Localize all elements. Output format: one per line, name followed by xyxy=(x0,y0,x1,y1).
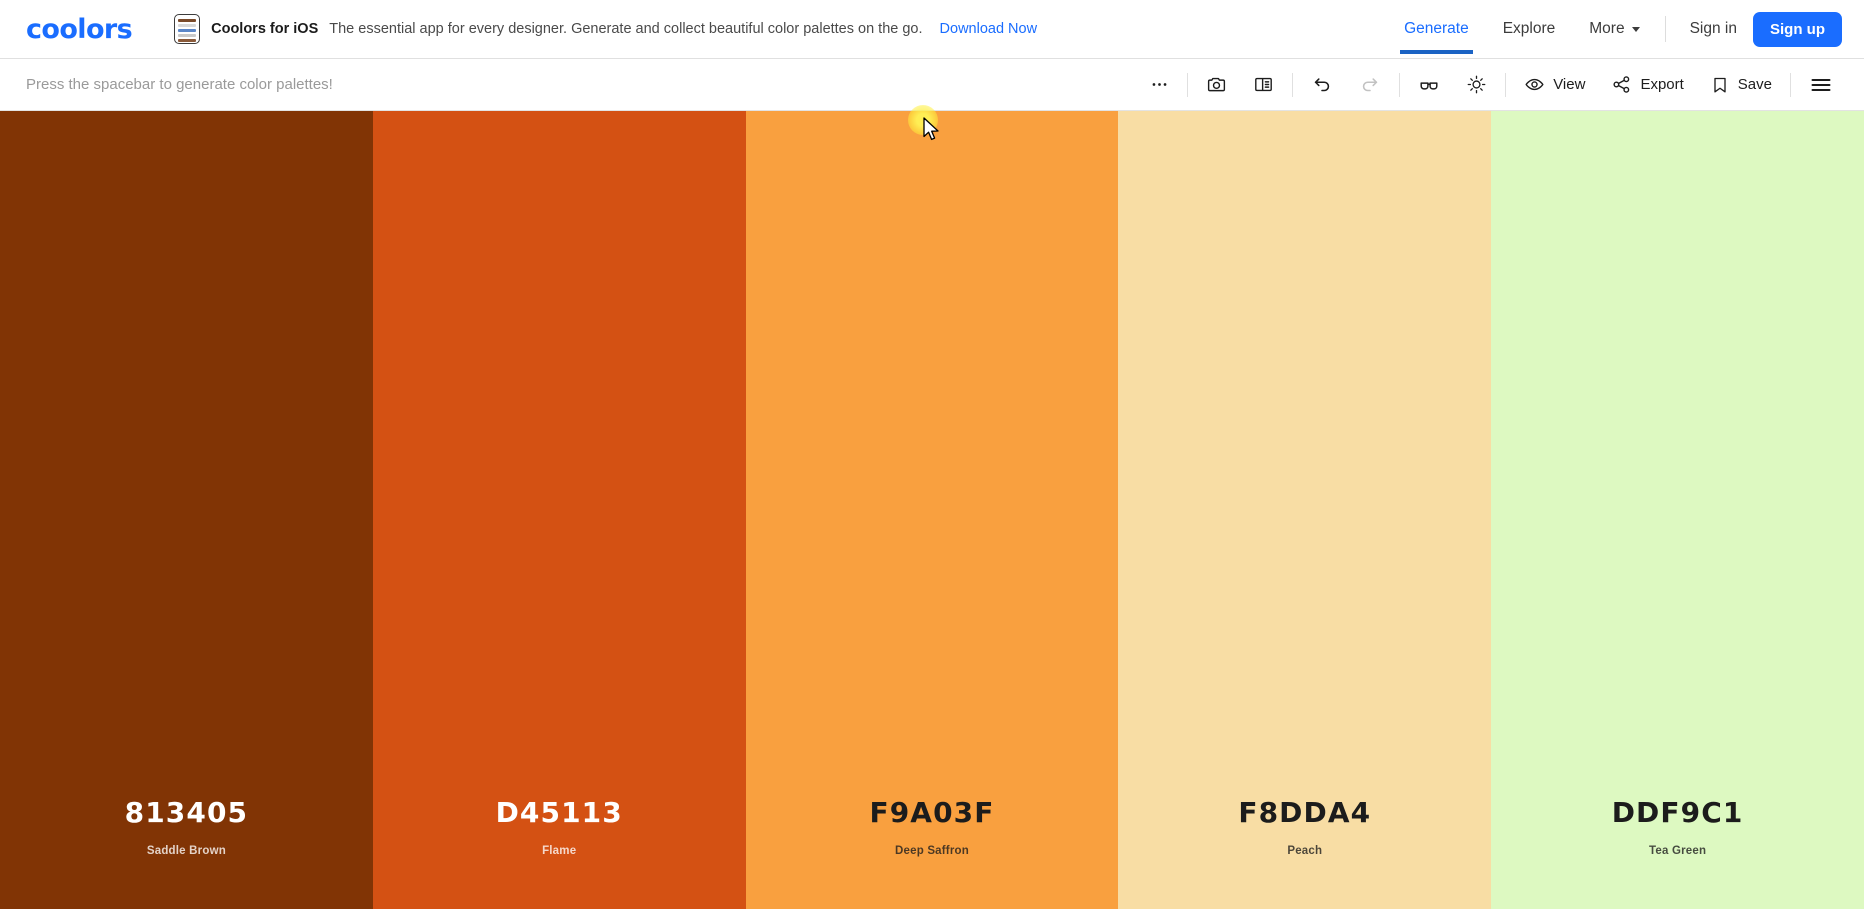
swatch-hex-code: F9A03F xyxy=(869,796,995,830)
bookmark-icon xyxy=(1714,77,1726,92)
swatch-color-name: Tea Green xyxy=(1648,845,1707,857)
redo-arrow-icon xyxy=(1363,77,1378,91)
undo-arrow-icon xyxy=(1314,77,1330,91)
coolors-logo[interactable]: coolors xyxy=(26,16,133,43)
save-label: Save xyxy=(1737,76,1772,93)
spacebar-hint: Press the spacebar to generate color pal… xyxy=(26,76,333,93)
more-options-button[interactable] xyxy=(1137,70,1182,100)
eye-icon xyxy=(1525,78,1544,91)
download-now-link[interactable]: Download Now xyxy=(940,21,1038,37)
nav-divider xyxy=(1664,16,1666,42)
sign-in-link[interactable]: Sign in xyxy=(1674,20,1753,38)
promo-description: The essential app for every designer. Ge… xyxy=(329,21,923,37)
toolbar-actions: View Export Save xyxy=(1137,59,1846,110)
swatch-color-name: Saddle Brown xyxy=(146,845,226,857)
hamburger-menu-button[interactable] xyxy=(1796,70,1846,100)
palette-swatch-3[interactable]: F9A03F Deep Saffron xyxy=(745,111,1119,909)
swatch-color-name: Flame xyxy=(542,845,577,857)
palette-toolbar: Press the spacebar to generate color pal… xyxy=(0,58,1864,141)
export-button[interactable]: Export xyxy=(1598,70,1696,100)
redo-button[interactable] xyxy=(1346,70,1394,100)
nav-item-explore[interactable]: Explore xyxy=(1486,20,1573,38)
nav-label-generate: Generate xyxy=(1404,20,1469,37)
save-button[interactable]: Save xyxy=(1697,70,1785,100)
view-button[interactable]: View xyxy=(1511,70,1598,100)
nav-item-more[interactable]: More xyxy=(1572,20,1656,38)
adjust-button[interactable] xyxy=(1453,70,1500,100)
nav-label-explore: Explore xyxy=(1502,20,1556,37)
swatch-color-name: Peach xyxy=(1287,845,1323,857)
swatch-color-name: Deep Saffron xyxy=(895,845,969,857)
hamburger-icon xyxy=(1811,78,1831,91)
undo-button[interactable] xyxy=(1298,70,1346,100)
top-navigation-bar: coolors Coolors for iOS The essential ap… xyxy=(0,0,1864,58)
ios-app-icon xyxy=(174,14,201,44)
nav-right-group: Generate Explore More Sign in Sign up xyxy=(1387,11,1842,54)
export-label: Export xyxy=(1640,76,1684,93)
nav-label-more: More xyxy=(1589,20,1625,37)
view-label: View xyxy=(1553,76,1586,93)
sign-up-button[interactable]: Sign up xyxy=(1753,11,1842,47)
palette-swatch-1[interactable]: 813405 Saddle Brown xyxy=(0,111,373,909)
color-vision-button[interactable] xyxy=(1405,70,1453,100)
color-palette: 813405 Saddle Brown D45113 Flame F9A03F … xyxy=(0,111,1864,909)
palette-swatch-5[interactable]: DDF9C1 Tea Green xyxy=(1491,111,1864,909)
swatch-hex-code: F8DDA4 xyxy=(1238,796,1372,830)
promo-title: Coolors for iOS xyxy=(211,21,319,37)
palette-swatch-4[interactable]: F8DDA4 Peach xyxy=(1118,111,1492,909)
toolbar-divider xyxy=(1399,72,1401,97)
toolbar-divider xyxy=(1790,72,1791,97)
swatch-hex-code: D45113 xyxy=(495,796,623,830)
share-icon xyxy=(1613,76,1630,93)
panel-layout-icon xyxy=(1255,77,1273,92)
screenshot-button[interactable] xyxy=(1193,70,1240,100)
ellipsis-icon xyxy=(1152,83,1167,86)
app-promo-banner: Coolors for iOS The essential app for ev… xyxy=(174,14,1037,44)
swatch-hex-code: DDF9C1 xyxy=(1611,796,1744,830)
camera-icon xyxy=(1208,77,1226,92)
layout-toggle-button[interactable] xyxy=(1240,70,1287,100)
toolbar-divider xyxy=(1505,72,1507,97)
brightness-icon xyxy=(1467,75,1486,94)
palette-swatch-2[interactable]: D45113 Flame xyxy=(372,111,746,909)
swatch-hex-code: 813405 xyxy=(124,796,249,830)
toolbar-divider xyxy=(1292,72,1294,97)
glasses-icon xyxy=(1420,81,1438,90)
nav-item-generate[interactable]: Generate xyxy=(1387,20,1486,54)
toolbar-divider xyxy=(1187,72,1189,97)
chevron-down-icon xyxy=(1631,26,1640,32)
